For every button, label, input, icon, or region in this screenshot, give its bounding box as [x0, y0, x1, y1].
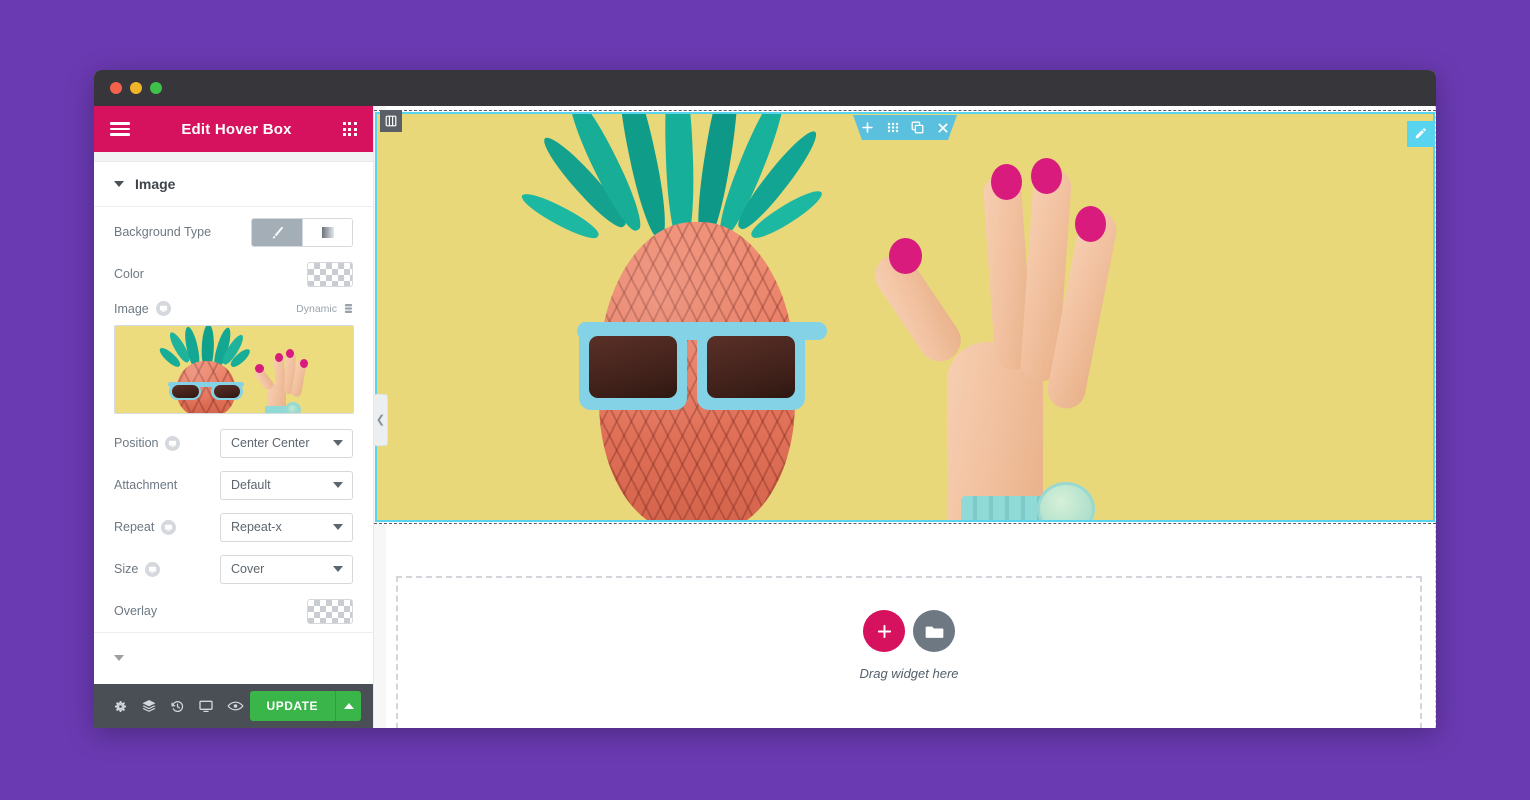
chevron-down-icon: [333, 566, 343, 572]
window-zoom-button[interactable]: [150, 82, 162, 94]
background-type-gradient-button[interactable]: [302, 218, 352, 246]
control-label-position-text: Position: [114, 436, 159, 450]
control-label-attachment: Attachment: [114, 478, 178, 492]
panel-tab-strip[interactable]: [94, 152, 373, 162]
section-header-image[interactable]: Image: [94, 162, 373, 207]
dropzone-label: Drag widget here: [859, 666, 959, 681]
responsive-toggle-icon[interactable]: [165, 435, 181, 451]
select-repeat-value: Repeat-x: [231, 520, 282, 534]
dropzone-inner: Drag widget here: [398, 610, 1420, 681]
pencil-edit-icon[interactable]: [1407, 121, 1433, 147]
controls-body: Background Type Color Image Dynamic Posi…: [94, 207, 373, 632]
responsive-toggle-icon[interactable]: [145, 561, 161, 577]
dropzone-buttons: [863, 610, 955, 652]
control-label-repeat: Repeat: [114, 519, 177, 535]
gradient-icon: [321, 226, 334, 238]
chevron-down-icon: [333, 440, 343, 446]
control-label-color: Color: [114, 267, 144, 281]
chevron-down-icon: [333, 524, 343, 530]
update-options-button[interactable]: [335, 691, 361, 721]
select-repeat[interactable]: Repeat-x: [220, 512, 353, 542]
section-title: Image: [135, 176, 176, 192]
select-size[interactable]: Cover: [220, 554, 353, 584]
panel-collapse-tab[interactable]: ❮: [374, 394, 388, 446]
select-attachment-value: Default: [231, 478, 271, 492]
control-row-color: Color: [114, 253, 353, 295]
paintbrush-icon: [272, 226, 283, 238]
panel-header: Edit Hover Box: [94, 106, 373, 152]
panel-columns-icon[interactable]: [380, 110, 402, 132]
hamburger-icon[interactable]: [110, 122, 130, 136]
editor-canvas[interactable]: Drag widget here: [374, 106, 1436, 728]
add-template-button[interactable]: [913, 610, 955, 652]
window-titlebar: [94, 70, 1436, 106]
settings-gear-icon[interactable]: [106, 684, 135, 728]
image-thumbnail[interactable]: [114, 325, 354, 414]
panel-title: Edit Hover Box: [181, 120, 292, 138]
select-position[interactable]: Center Center: [220, 428, 353, 458]
caret-up-icon: [343, 703, 354, 709]
control-row-position: Position Center Center: [114, 422, 353, 464]
control-label-image-text: Image: [114, 301, 149, 316]
empty-section-dropzone[interactable]: Drag widget here: [396, 576, 1422, 728]
control-label-overlay: Overlay: [114, 604, 158, 618]
color-swatch-overlay[interactable]: [307, 598, 353, 624]
control-row-attachment: Attachment Default: [114, 464, 353, 506]
grid-apps-icon[interactable]: [342, 122, 357, 136]
control-label-background-type: Background Type: [114, 225, 212, 239]
editor-panel: Edit Hover Box Image Background Type Col…: [94, 106, 388, 728]
select-size-value: Cover: [231, 562, 265, 576]
update-button-group: UPDATE: [249, 691, 361, 721]
add-widget-button[interactable]: [863, 610, 905, 652]
select-attachment[interactable]: Default: [220, 470, 353, 500]
caret-down-icon: [114, 655, 124, 661]
preview-eye-icon[interactable]: [221, 684, 250, 728]
hero-section-inner: [375, 112, 1435, 522]
caret-down-icon: [114, 181, 124, 187]
control-label-size-text: Size: [114, 562, 139, 576]
dynamic-tag[interactable]: Dynamic: [296, 303, 353, 315]
navigator-layers-icon[interactable]: [135, 684, 164, 728]
hero-section[interactable]: [374, 110, 1436, 524]
hero-background-image: [377, 114, 1433, 520]
control-label-position: Position: [114, 435, 181, 451]
chevron-left-icon: ❮: [375, 413, 386, 426]
responsive-toggle-icon[interactable]: [155, 301, 171, 316]
next-section-partial[interactable]: [94, 632, 373, 666]
duplicate-icon[interactable]: [905, 115, 930, 140]
responsive-mode-monitor-icon[interactable]: [192, 684, 221, 728]
history-clock-icon[interactable]: [163, 684, 192, 728]
background-type-toggle-group: [251, 217, 353, 247]
columns-handle-icon[interactable]: [880, 115, 905, 140]
control-row-repeat: Repeat Repeat-x: [114, 506, 353, 548]
control-label-repeat-text: Repeat: [114, 520, 155, 534]
control-row-image: Image Dynamic: [114, 295, 353, 316]
section-toolbar: [853, 115, 957, 140]
control-row-size: Size Cover: [114, 548, 353, 590]
chevron-down-icon: [333, 482, 343, 488]
window-minimize-button[interactable]: [130, 82, 142, 94]
control-row-overlay: Overlay: [114, 590, 353, 632]
control-row-background-type: Background Type: [114, 211, 353, 253]
browser-window: Edit Hover Box Image Background Type Col…: [94, 70, 1436, 728]
update-button[interactable]: UPDATE: [249, 691, 335, 721]
dynamic-label: Dynamic: [296, 302, 337, 315]
control-label-image: Image: [114, 301, 171, 316]
database-icon: [344, 304, 353, 313]
control-label-size: Size: [114, 561, 161, 577]
panel-scroll-area[interactable]: Image Background Type Color Image Dynami…: [94, 162, 373, 684]
color-swatch-background[interactable]: [307, 261, 353, 287]
editor-workarea: Edit Hover Box Image Background Type Col…: [94, 106, 1436, 728]
background-type-classic-button[interactable]: [252, 218, 302, 246]
select-position-value: Center Center: [231, 436, 310, 450]
responsive-toggle-icon[interactable]: [161, 519, 177, 535]
window-close-button[interactable]: [110, 82, 122, 94]
panel-footer-toolbar: UPDATE: [94, 684, 373, 728]
